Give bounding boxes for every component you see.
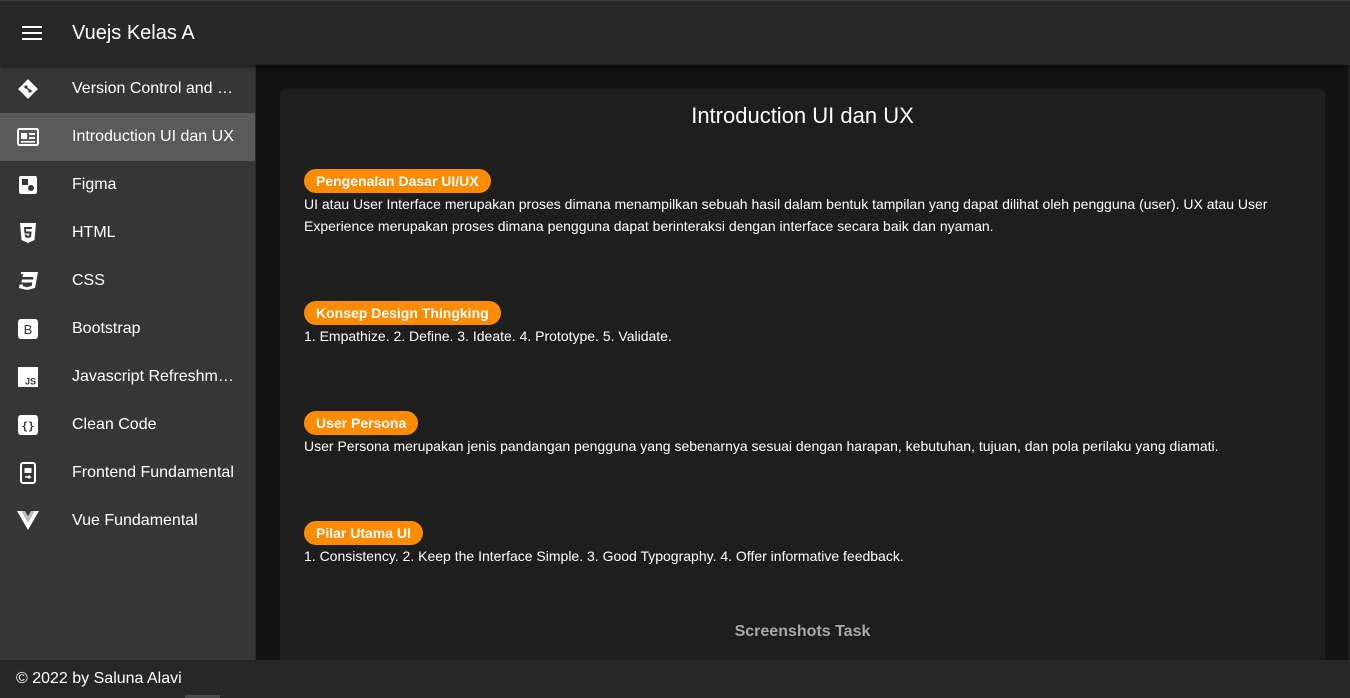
footer: © 2022 by Saluna Alavi xyxy=(0,660,1350,698)
section-text: 1. Consistency. 2. Keep the Interface Si… xyxy=(304,548,904,564)
sidebar-item-label: CSS xyxy=(72,272,105,289)
cellphone-link-icon xyxy=(16,461,40,485)
css3-icon xyxy=(16,269,40,293)
sidebar-item-version-control[interactable]: Version Control and B… xyxy=(0,65,255,113)
sidebar-item-frontend-fundamental[interactable]: Frontend Fundamental xyxy=(0,449,255,497)
sidebar-item-label: HTML xyxy=(72,224,116,241)
git-icon xyxy=(16,77,40,101)
sidebar-item-label: Figma xyxy=(72,176,117,193)
sidebar-item-label: Javascript Refreshme… xyxy=(72,368,242,385)
section-pengenalan: Pengenalan Dasar UI/UX UI atau User Inte… xyxy=(304,169,1294,237)
section-chip: Konsep Design Thingking xyxy=(304,301,501,325)
screenshots-task-heading: Screenshots Task xyxy=(734,623,871,640)
section-pilar-utama: Pilar Utama UI 1. Consistency. 2. Keep t… xyxy=(304,521,1294,567)
page-title: Introduction UI dan UX xyxy=(691,103,914,128)
svg-text:B: B xyxy=(24,322,33,337)
sidebar-item-css[interactable]: CSS xyxy=(0,257,255,305)
javascript-icon: JS xyxy=(16,365,40,389)
app-title: Vuejs Kelas A xyxy=(72,21,195,44)
sidebar-item-vue-fundamental[interactable]: Vue Fundamental xyxy=(0,497,255,545)
section-chip: User Persona xyxy=(304,411,419,435)
section-text: User Persona merupakan jenis pandangan p… xyxy=(304,438,1219,454)
figma-icon xyxy=(16,173,40,197)
sidebar-item-label: Vue Fundamental xyxy=(72,512,198,529)
code-braces-icon: {} xyxy=(16,413,40,437)
content-card: Introduction UI dan UX Pengenalan Dasar … xyxy=(280,89,1325,660)
main-content: Introduction UI dan UX Pengenalan Dasar … xyxy=(256,65,1350,660)
sidebar-item-html[interactable]: HTML xyxy=(0,209,255,257)
sidebar-item-label: Introduction UI dan UX xyxy=(72,128,234,145)
sidebar-item-introduction-ui-ux[interactable]: Introduction UI dan UX xyxy=(0,113,255,161)
html5-icon xyxy=(16,221,40,245)
section-user-persona: User Persona User Persona merupakan jeni… xyxy=(304,411,1294,457)
sidebar-item-clean-code[interactable]: {} Clean Code xyxy=(0,401,255,449)
section-chip: Pengenalan Dasar UI/UX xyxy=(304,169,491,193)
sidebar-item-label: Version Control and B… xyxy=(72,80,242,97)
svg-text:JS: JS xyxy=(25,377,36,387)
sidebar-item-bootstrap[interactable]: B Bootstrap xyxy=(0,305,255,353)
navigation-drawer: Version Control and B… Introduction UI d… xyxy=(0,65,256,660)
menu-icon[interactable] xyxy=(4,9,60,57)
section-design-thinking: Konsep Design Thingking 1. Empathize. 2.… xyxy=(304,301,1294,347)
svg-text:{}: {} xyxy=(21,420,34,433)
sidebar-item-javascript[interactable]: JS Javascript Refreshme… xyxy=(0,353,255,401)
section-text: UI atau User Interface merupakan proses … xyxy=(304,196,1268,234)
newspaper-icon xyxy=(16,125,40,149)
section-chip: Pilar Utama UI xyxy=(304,521,423,545)
section-text: 1. Empathize. 2. Define. 3. Ideate. 4. P… xyxy=(304,328,672,344)
bootstrap-icon: B xyxy=(16,317,40,341)
sidebar-item-label: Clean Code xyxy=(72,416,157,433)
footer-text: © 2022 by Saluna Alavi xyxy=(16,670,182,687)
sidebar-item-figma[interactable]: Figma xyxy=(0,161,255,209)
sidebar-item-label: Bootstrap xyxy=(72,320,141,337)
sidebar-item-label: Frontend Fundamental xyxy=(72,464,234,481)
vuejs-icon xyxy=(16,509,40,533)
app-bar: Vuejs Kelas A xyxy=(0,0,1350,65)
